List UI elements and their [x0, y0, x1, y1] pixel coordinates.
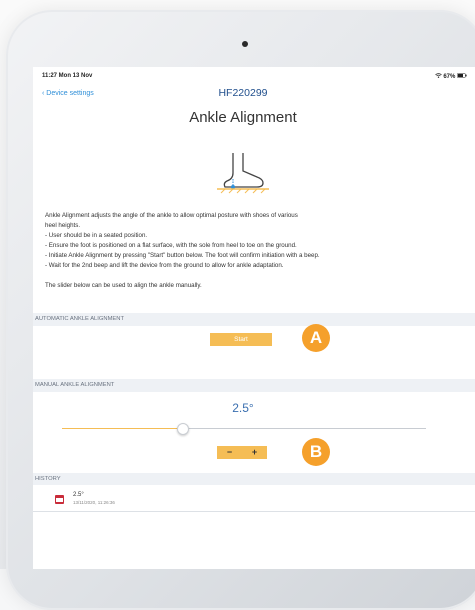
description-line: heel heights.: [45, 222, 81, 229]
device-id: HF220299: [218, 87, 268, 99]
description-line: - User should be in a seated position.: [45, 232, 148, 239]
status-time: 11:27 Mon 13 Nov: [42, 73, 93, 79]
increase-button[interactable]: +: [242, 446, 267, 459]
description-line: [45, 271, 435, 281]
description-line: - Wait for the 2nd beep and lift the dev…: [45, 262, 284, 269]
description-line: Ankle Alignment adjusts the angle of the…: [45, 212, 298, 219]
navigation-bar: ‹ Device settings HF220299: [33, 87, 475, 101]
wifi-icon: [434, 73, 444, 80]
start-button[interactable]: Start: [210, 333, 272, 346]
status-indicators: 67%: [434, 73, 467, 80]
automatic-alignment-header: AUTOMATIC ANKLE ALIGNMENT: [33, 313, 475, 326]
angle-slider-thumb[interactable]: [177, 423, 190, 435]
description-line: - Initiate Ankle Alignment by pressing "…: [45, 252, 320, 259]
description-text: Ankle Alignment adjusts the angle of the…: [45, 211, 435, 291]
angle-value: 2.5°: [232, 401, 254, 415]
history-item[interactable]: 2.5° 13/11/2020, 11:26:36: [33, 485, 475, 511]
description-line: The slider below can be used to align th…: [45, 282, 202, 289]
front-camera: [242, 41, 248, 47]
history-date: 13/11/2020, 11:26:36: [73, 500, 115, 505]
callout-marker-a: A: [302, 324, 330, 352]
battery-percent: 67%: [443, 74, 456, 80]
page-title: Ankle Alignment: [189, 109, 297, 126]
description-line: - Ensure the foot is positioned on a fla…: [45, 242, 297, 249]
battery-icon: [457, 73, 467, 80]
angle-slider-track[interactable]: [62, 428, 426, 429]
divider: [33, 511, 475, 512]
angle-slider-fill: [62, 428, 183, 429]
history-value: 2.5°: [73, 492, 84, 498]
manual-alignment-header: MANUAL ANKLE ALIGNMENT: [33, 379, 475, 392]
calendar-icon: [55, 495, 64, 504]
decrease-button[interactable]: −: [217, 446, 242, 459]
status-bar: 11:27 Mon 13 Nov 67%: [33, 67, 475, 83]
callout-marker-b: B: [302, 438, 330, 466]
angle-stepper: − +: [217, 446, 267, 459]
tablet-screen: 11:27 Mon 13 Nov 67% ‹ Device settings H…: [33, 67, 475, 569]
foot-alignment-icon: [217, 153, 269, 194]
